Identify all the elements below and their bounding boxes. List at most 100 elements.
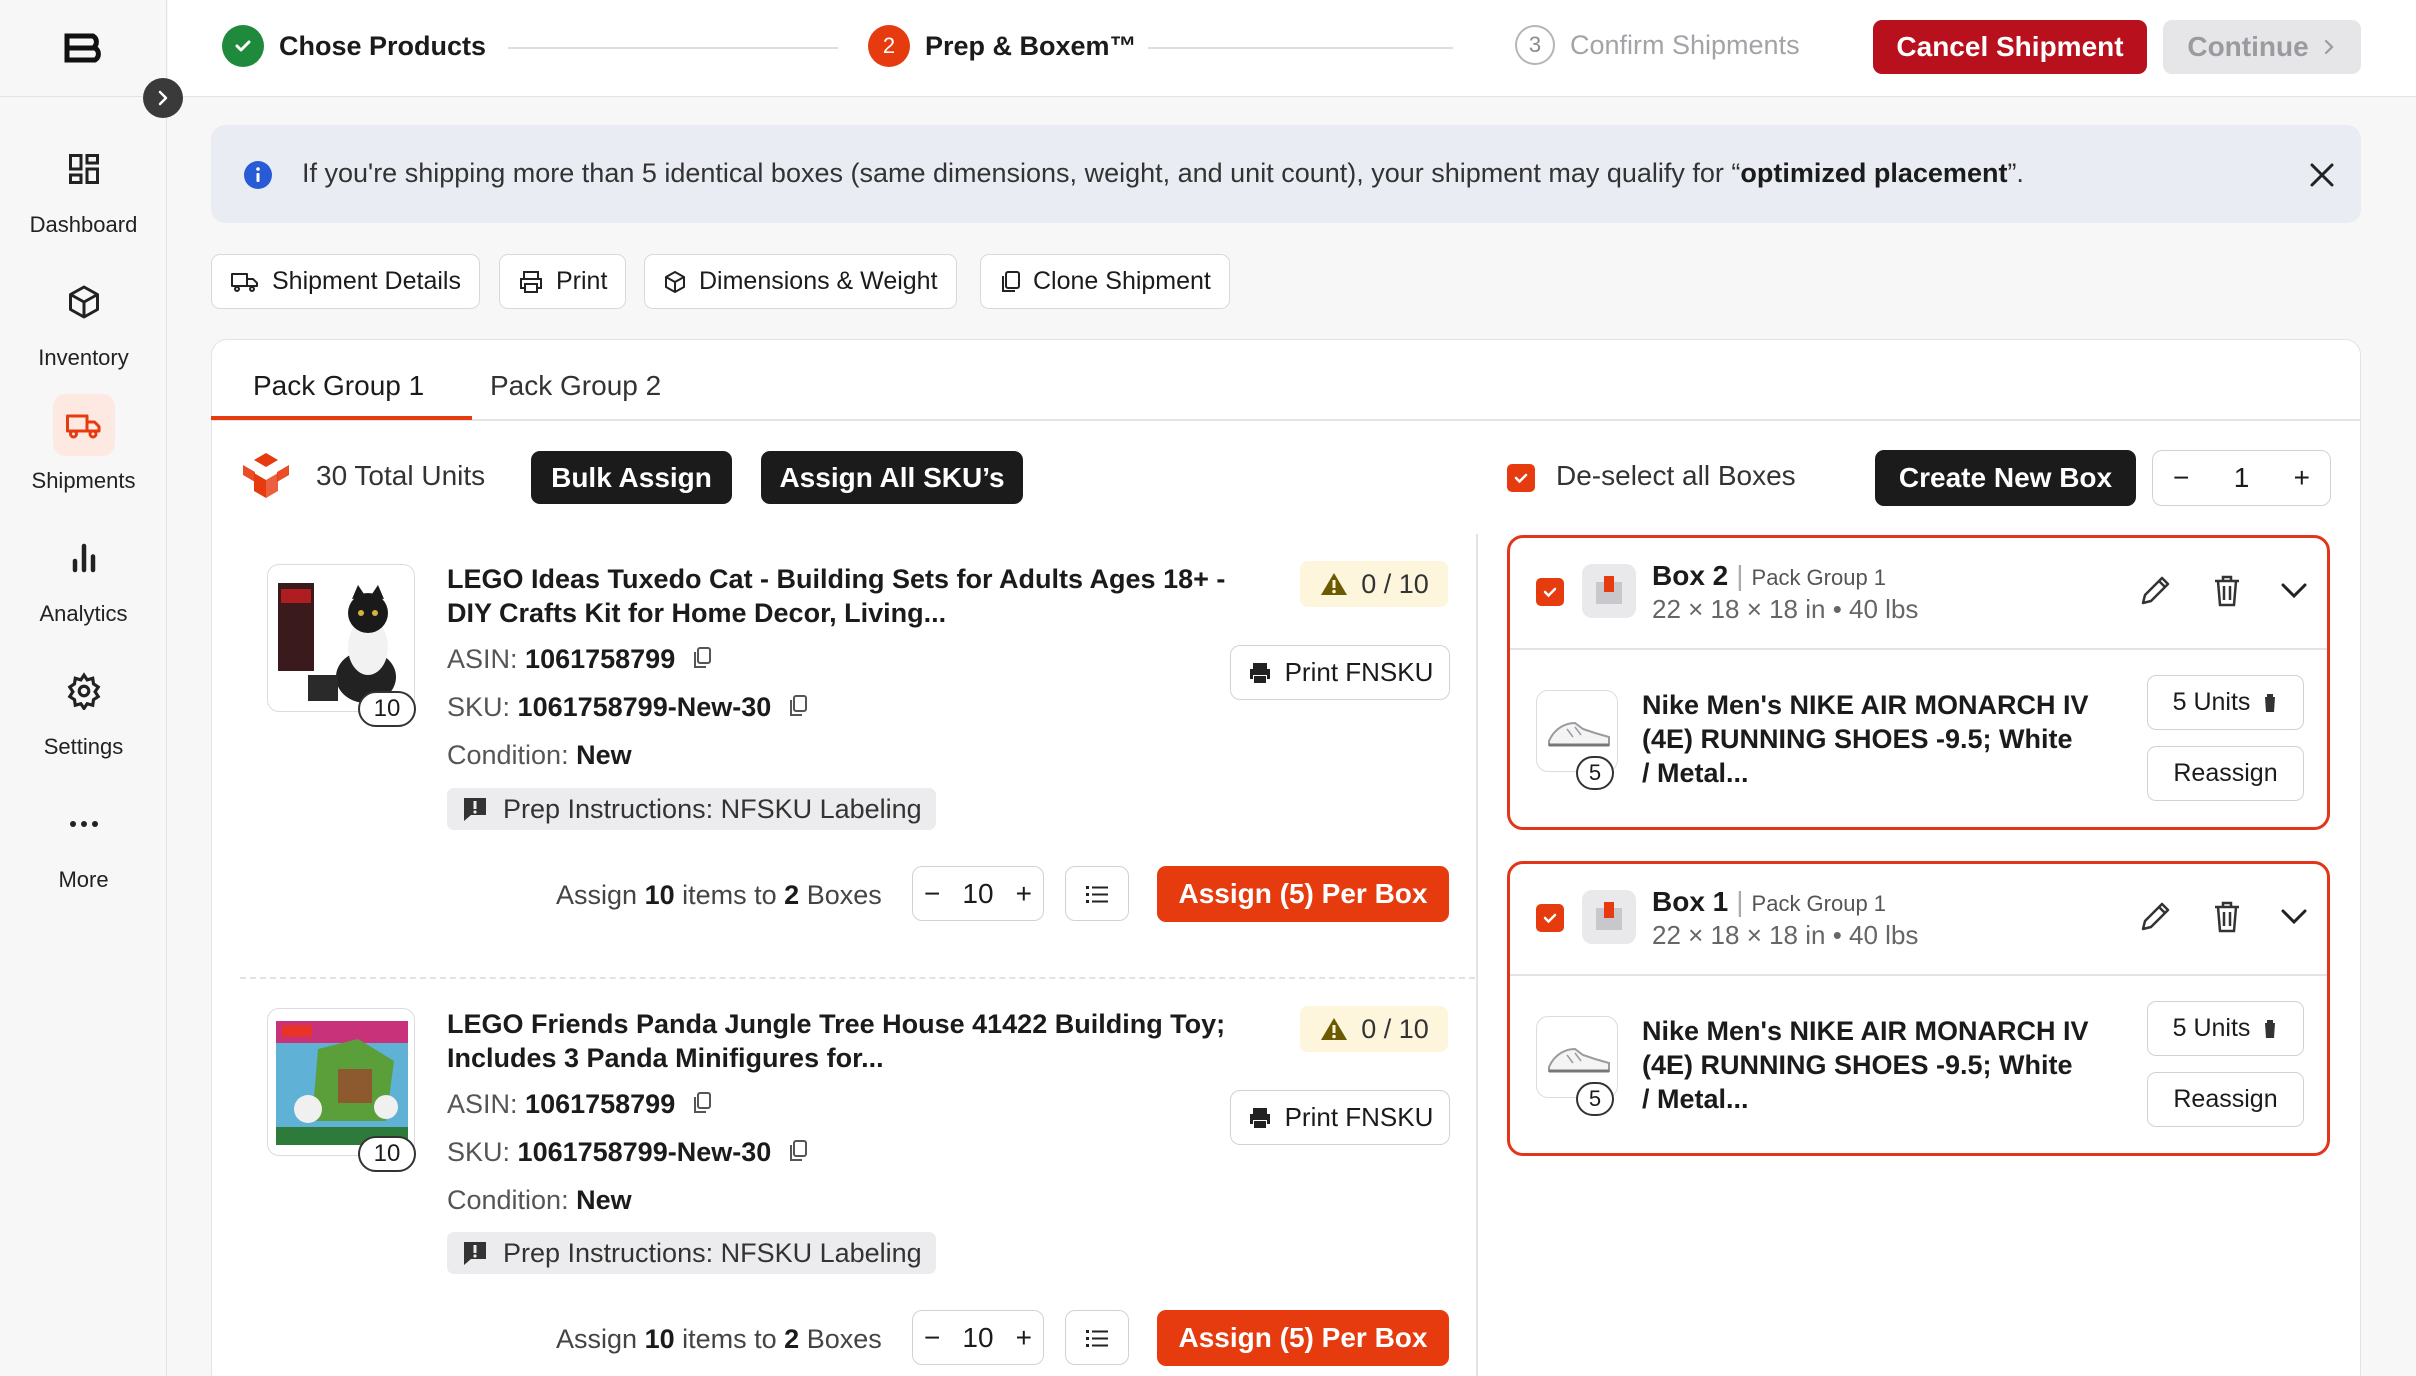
- decrement-button[interactable]: −: [924, 878, 940, 910]
- cancel-shipment-button[interactable]: Cancel Shipment: [1873, 20, 2147, 74]
- trash-icon[interactable]: [2212, 574, 2242, 608]
- checkmark-icon: [1514, 473, 1528, 484]
- deselect-all-label: De-select all Boxes: [1556, 460, 1796, 491]
- list-view-button[interactable]: [1065, 866, 1129, 921]
- units-button[interactable]: 5 Units: [2147, 1001, 2304, 1056]
- box-count-value[interactable]: 1: [2234, 462, 2250, 494]
- close-icon[interactable]: [2308, 161, 2336, 189]
- step-number: 2: [868, 25, 910, 67]
- box-checkbox[interactable]: [1536, 904, 1564, 932]
- sidebar-item-inventory[interactable]: Inventory: [0, 271, 167, 391]
- print-button[interactable]: Print: [499, 254, 627, 309]
- shipment-details-button[interactable]: Shipment Details: [211, 254, 480, 309]
- sidebar-item-shipments[interactable]: Shipments: [0, 394, 167, 514]
- tab-pack-group-2[interactable]: Pack Group 2: [490, 370, 661, 402]
- check-icon: [222, 25, 264, 67]
- step-chose-products[interactable]: Chose Products: [222, 25, 486, 67]
- deselect-all-checkbox[interactable]: [1507, 464, 1535, 492]
- item-title[interactable]: Nike Men's NIKE AIR MONARCH IV (4E) RUNNI…: [1642, 1014, 2088, 1116]
- assign-per-box-button[interactable]: Assign (5) Per Box: [1157, 1310, 1449, 1366]
- sidebar-item-dashboard[interactable]: Dashboard: [0, 138, 167, 258]
- button-label: Dimensions & Weight: [699, 267, 938, 295]
- step-label: Prep & Boxem™: [925, 30, 1137, 61]
- tab-pack-group-1[interactable]: Pack Group 1: [253, 370, 424, 402]
- sidebar-item-analytics[interactable]: Analytics: [0, 527, 167, 647]
- copy-icon[interactable]: [691, 1091, 713, 1115]
- total-units: 30 Total Units: [316, 460, 486, 491]
- truck-icon: [65, 414, 100, 439]
- expand-sidebar-button[interactable]: [143, 78, 183, 118]
- box-card: Box 2 | Pack Group 1 22 × 18 × 18 in • 40 …: [1507, 535, 2330, 830]
- continue-button[interactable]: Continue: [2163, 20, 2361, 74]
- print-fnsku-button[interactable]: Print FNSKU: [1230, 645, 1450, 700]
- product-title[interactable]: LEGO Friends Panda Jungle Tree House 414…: [447, 1007, 1225, 1075]
- clone-shipment-button[interactable]: Clone Shipment: [980, 254, 1230, 309]
- step-confirm-shipments[interactable]: 3 Confirm Shipments: [1515, 25, 1800, 65]
- reassign-button[interactable]: Reassign: [2147, 746, 2304, 801]
- asin-value: 1061758799: [525, 1089, 676, 1119]
- step-label: Chose Products: [279, 30, 487, 61]
- assign-all-skus-button[interactable]: Assign All SKU’s: [761, 451, 1023, 504]
- chevron-down-icon[interactable]: [2279, 906, 2309, 926]
- copy-icon[interactable]: [691, 646, 713, 670]
- edit-pencil-icon[interactable]: [2138, 574, 2172, 608]
- copy-icon[interactable]: [787, 694, 809, 718]
- list-view-button[interactable]: [1065, 1310, 1129, 1365]
- chevron-down-icon[interactable]: [2279, 580, 2309, 600]
- box-title: Box 2 | Pack Group 1: [1652, 560, 1887, 591]
- column-divider: [1476, 534, 1478, 1376]
- box-divider: [1510, 648, 2327, 650]
- continue-label: Continue: [2187, 31, 2309, 62]
- increment-button[interactable]: +: [2294, 462, 2310, 494]
- sidebar-item-settings[interactable]: Settings: [0, 660, 167, 780]
- printer-icon: [1249, 662, 1270, 683]
- more-dots-icon: [69, 821, 98, 827]
- chevron-right-icon: [158, 90, 168, 106]
- chevron-right-icon: [2324, 39, 2334, 55]
- dashboard-icon: [68, 154, 99, 184]
- stepper-value[interactable]: 10: [962, 878, 993, 910]
- decrement-button[interactable]: −: [924, 1322, 940, 1354]
- edit-pencil-icon[interactable]: [2138, 900, 2172, 934]
- item-quantity-badge: 5: [1576, 756, 1614, 790]
- increment-button[interactable]: +: [1016, 878, 1032, 910]
- sidebar-item-more[interactable]: More: [0, 793, 167, 913]
- gear-icon: [67, 672, 100, 710]
- warning-icon: [1321, 1018, 1348, 1040]
- bulk-assign-button[interactable]: Bulk Assign: [531, 451, 732, 504]
- assign-summary: Assign 10 items to 2 Boxes: [556, 1324, 882, 1354]
- trash-icon[interactable]: [2212, 900, 2242, 934]
- copy-icon[interactable]: [787, 1139, 809, 1163]
- stepper-value[interactable]: 10: [962, 1322, 993, 1354]
- box-checkbox[interactable]: [1536, 578, 1564, 606]
- prep-instructions: Prep Instructions: NFSKU Labeling: [447, 788, 936, 830]
- dimensions-weight-button[interactable]: Dimensions & Weight: [644, 254, 957, 309]
- increment-button[interactable]: +: [1016, 1322, 1032, 1354]
- sku-value: 1061758799-New-30: [517, 692, 772, 722]
- create-new-box-button[interactable]: Create New Box: [1875, 450, 2136, 506]
- step-connector: [508, 47, 838, 49]
- assign-per-box-button[interactable]: Assign (5) Per Box: [1157, 866, 1449, 922]
- step-connector: [1148, 47, 1453, 49]
- decrement-button[interactable]: −: [2173, 462, 2189, 494]
- units-button[interactable]: 5 Units: [2147, 675, 2304, 730]
- product-thumbnail[interactable]: [267, 564, 415, 712]
- sidebar-item-label: Dashboard: [29, 212, 138, 237]
- box-name: Box 1: [1652, 886, 1729, 917]
- sidebar: Dashboard Inventory Shipments Analytics …: [0, 0, 167, 1376]
- asin-row: ASIN: 1061758799: [447, 1089, 713, 1120]
- product-thumbnail[interactable]: [267, 1008, 415, 1156]
- button-label: Clone Shipment: [1033, 267, 1211, 295]
- reassign-button[interactable]: Reassign: [2147, 1072, 2304, 1127]
- warning-icon: [1321, 573, 1348, 595]
- button-label: Shipment Details: [272, 267, 461, 295]
- sidebar-item-label: Settings: [43, 734, 124, 759]
- quantity-badge: 10: [358, 1136, 416, 1172]
- logo[interactable]: [0, 0, 167, 97]
- condition-row: Condition: New: [447, 1185, 632, 1215]
- product-title[interactable]: LEGO Ideas Tuxedo Cat - Building Sets fo…: [447, 562, 1225, 630]
- item-title[interactable]: Nike Men's NIKE AIR MONARCH IV (4E) RUNNI…: [1642, 688, 2088, 790]
- print-fnsku-button[interactable]: Print FNSKU: [1230, 1090, 1450, 1145]
- step-number: 3: [1515, 25, 1555, 65]
- step-prep-boxem[interactable]: 2 Prep & Boxem™: [868, 25, 1137, 67]
